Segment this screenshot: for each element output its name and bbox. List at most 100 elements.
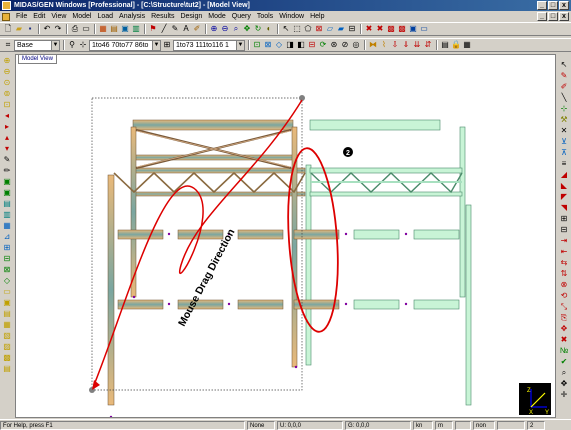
- zoom-in-icon[interactable]: ⊖: [220, 24, 230, 34]
- right-view-icon[interactable]: ◧: [296, 40, 306, 50]
- zoom-fit-icon[interactable]: ⌕: [231, 24, 241, 34]
- pan-left-icon[interactable]: ◂: [2, 111, 12, 121]
- axis-icon[interactable]: ✕: [559, 126, 569, 136]
- pan-all-icon[interactable]: ✥: [559, 379, 569, 389]
- marker-icon[interactable]: ◢: [559, 170, 569, 180]
- beam-member[interactable]: [237, 229, 284, 240]
- menu-design[interactable]: Design: [177, 11, 205, 22]
- rotate-icon[interactable]: ↻: [253, 24, 263, 34]
- draw-line-icon[interactable]: ╲: [559, 93, 569, 103]
- hidden-icon[interactable]: ◐: [264, 24, 274, 34]
- menu-analysis[interactable]: Analysis: [116, 11, 148, 22]
- beam-member[interactable]: [132, 191, 306, 197]
- unit-force-select[interactable]: kn: [413, 420, 433, 430]
- display-icon[interactable]: ▣: [408, 24, 418, 34]
- extrude-tool-icon[interactable]: ▦: [2, 221, 12, 231]
- arrow-select-icon[interactable]: ↖: [559, 60, 569, 70]
- column-member[interactable]: [107, 174, 115, 406]
- beam-member[interactable]: [132, 154, 294, 161]
- wireframe-icon[interactable]: ⊘: [340, 40, 350, 50]
- menu-file[interactable]: File: [13, 11, 30, 22]
- minimize-button[interactable]: _: [537, 1, 547, 10]
- node-select-combo[interactable]: 1to46 70to77 86to ▼: [89, 39, 161, 51]
- result-tool-icon[interactable]: ▤: [2, 309, 12, 319]
- text-icon[interactable]: A: [181, 24, 191, 34]
- perspective-icon[interactable]: ◎: [351, 40, 361, 50]
- doc-restore-button[interactable]: □: [548, 12, 558, 21]
- rotate-view-icon[interactable]: ✛: [559, 390, 569, 400]
- undo-icon[interactable]: ↶: [42, 24, 52, 34]
- zoom-in-icon[interactable]: ⊙: [2, 78, 12, 88]
- menu-query[interactable]: Query: [229, 11, 254, 22]
- flag-icon[interactable]: ⚑: [148, 24, 158, 34]
- menu-model[interactable]: Model: [69, 11, 94, 22]
- pen-icon[interactable]: ✎: [170, 24, 180, 34]
- column-member[interactable]: [459, 126, 466, 298]
- element-tool-icon[interactable]: ▣: [2, 177, 12, 187]
- pin-icon[interactable]: ⚲: [67, 40, 77, 50]
- front-view-icon[interactable]: ⊡: [252, 40, 262, 50]
- tool-icon[interactable]: ⚒: [559, 115, 569, 125]
- solid-tool-icon[interactable]: ▥: [2, 210, 12, 220]
- preview-icon[interactable]: ▭: [81, 24, 91, 34]
- menu-results[interactable]: Results: [148, 11, 177, 22]
- close-button[interactable]: x: [559, 1, 569, 10]
- beam-member[interactable]: [353, 229, 400, 240]
- lock-icon[interactable]: 🔒: [451, 40, 461, 50]
- delete-icon[interactable]: ✖: [559, 335, 569, 345]
- truss-tool-icon[interactable]: ⊿: [2, 232, 12, 242]
- element-select-combo[interactable]: 1to73 111to116 1 ▼: [173, 39, 245, 51]
- line-icon[interactable]: ╱: [159, 24, 169, 34]
- renumber-icon[interactable]: №: [559, 346, 569, 356]
- paint-icon[interactable]: ✎: [559, 71, 569, 81]
- chevron-down-icon[interactable]: ▼: [236, 40, 244, 50]
- page-number[interactable]: 2: [527, 420, 545, 430]
- query-tool-icon[interactable]: ▩: [2, 353, 12, 363]
- boundary-tool-icon[interactable]: ▣: [2, 298, 12, 308]
- trim-icon[interactable]: ⇤: [559, 247, 569, 257]
- top-view-icon[interactable]: ⊠: [263, 40, 273, 50]
- split-icon[interactable]: ⊞: [559, 214, 569, 224]
- menu-window[interactable]: Window: [276, 11, 307, 22]
- report-tool-icon[interactable]: ▦: [2, 320, 12, 330]
- base-combo[interactable]: Base ▼: [14, 39, 60, 51]
- offset-icon[interactable]: ⇆: [559, 258, 569, 268]
- brush-icon[interactable]: ✐: [192, 24, 202, 34]
- select-icon[interactable]: ↖: [281, 24, 291, 34]
- snap-icon[interactable]: ▤: [109, 24, 119, 34]
- beam-member[interactable]: [132, 119, 294, 131]
- open-icon[interactable]: ▰: [14, 24, 24, 34]
- pan-up-icon[interactable]: ▴: [2, 133, 12, 143]
- menu-tools[interactable]: Tools: [254, 11, 276, 22]
- view-mode-select[interactable]: non: [473, 420, 495, 430]
- unit-length-select[interactable]: m: [435, 420, 453, 430]
- node-icon[interactable]: ▣: [120, 24, 130, 34]
- beam-member[interactable]: [293, 229, 340, 240]
- brace-icon[interactable]: ◥: [559, 203, 569, 213]
- check-icon[interactable]: ✔: [559, 357, 569, 367]
- section-tool-icon[interactable]: ⊠: [2, 265, 12, 275]
- monitor-icon[interactable]: ▭: [419, 24, 429, 34]
- spring-icon[interactable]: ⌇: [379, 40, 389, 50]
- move-icon[interactable]: ✥: [559, 324, 569, 334]
- inverse-active-icon[interactable]: ▩: [397, 24, 407, 34]
- beam-member[interactable]: [413, 229, 460, 240]
- align-icon[interactable]: ⇅: [559, 269, 569, 279]
- unselect-icon[interactable]: ⊟: [347, 24, 357, 34]
- beam-member[interactable]: [353, 299, 400, 310]
- angle-view-icon[interactable]: ⊛: [329, 40, 339, 50]
- column-member[interactable]: [465, 204, 472, 406]
- pan-icon[interactable]: ✥: [242, 24, 252, 34]
- zoom-fit-icon[interactable]: ⊡: [2, 100, 12, 110]
- restore-button[interactable]: □: [548, 1, 558, 10]
- menu-load[interactable]: Load: [94, 11, 116, 22]
- beam-member[interactable]: [309, 191, 463, 197]
- beam-member[interactable]: [117, 229, 164, 240]
- document-sheet-icon[interactable]: ▤: [440, 40, 450, 50]
- intersect-select-icon[interactable]: ⊠: [314, 24, 324, 34]
- pan-right-icon[interactable]: ▸: [2, 122, 12, 132]
- copy-icon[interactable]: ⎘: [559, 313, 569, 323]
- dynamic-view-icon[interactable]: ⟳: [318, 40, 328, 50]
- flip-icon[interactable]: ⊼: [559, 148, 569, 158]
- chevron-down-icon[interactable]: ▼: [51, 40, 59, 50]
